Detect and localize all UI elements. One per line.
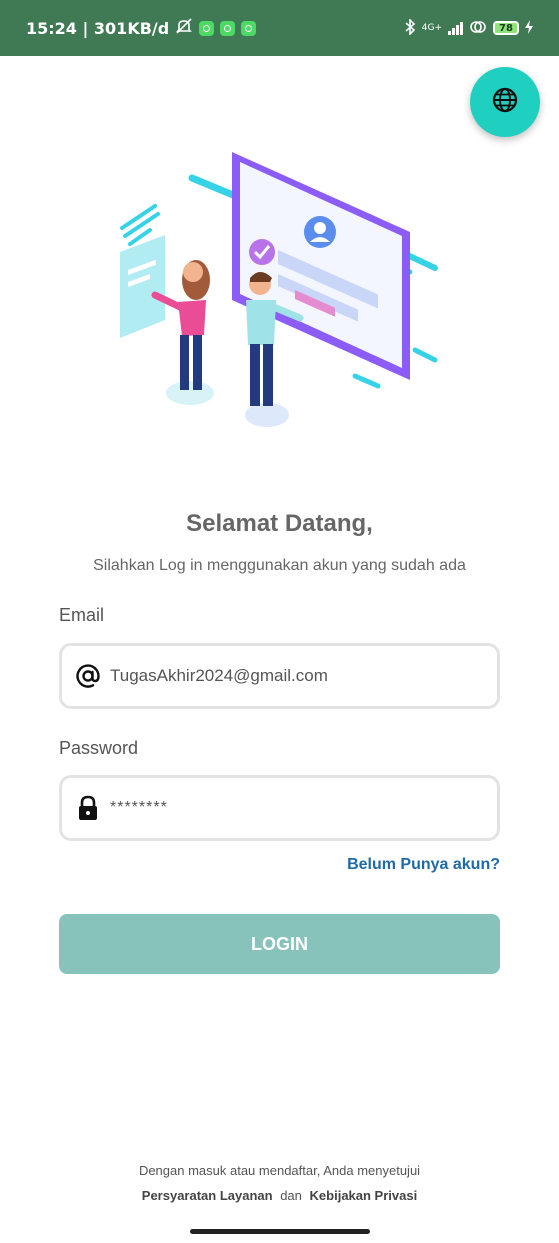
terms-notice: Dengan masuk atau mendaftar, Anda menyet… bbox=[138, 1163, 421, 1178]
mute-icon bbox=[175, 18, 193, 38]
globe-icon bbox=[492, 87, 518, 118]
status-right: 4G+ 78 bbox=[404, 17, 533, 38]
hotspot-icon bbox=[469, 20, 487, 37]
privacy-policy-link[interactable]: Kebijakan Privasi bbox=[310, 1188, 418, 1203]
signal-icon bbox=[448, 21, 463, 35]
language-button[interactable] bbox=[470, 67, 540, 137]
battery-icon: 78 bbox=[493, 21, 519, 35]
status-time-speed: 15:24 | 301KB/d bbox=[26, 18, 170, 38]
status-left: 15:24 | 301KB/d bbox=[26, 18, 257, 38]
lock-icon bbox=[74, 794, 102, 822]
welcome-title: Selamat Datang, bbox=[186, 510, 373, 537]
at-sign-icon bbox=[74, 662, 102, 690]
login-illustration bbox=[110, 140, 450, 440]
login-button[interactable]: LOGIN bbox=[59, 914, 500, 974]
home-indicator[interactable] bbox=[190, 1229, 370, 1234]
welcome-subtitle: Silahkan Log in menggunakan akun yang su… bbox=[93, 557, 466, 574]
network-type: 4G+ bbox=[421, 23, 442, 33]
email-label: Email bbox=[59, 605, 105, 625]
charging-icon bbox=[525, 19, 533, 37]
password-label: Password bbox=[59, 738, 139, 758]
terms-of-service-link[interactable]: Persyaratan Layanan bbox=[142, 1188, 273, 1203]
terms-links: Persyaratan Layanan dan Kebijakan Privas… bbox=[0, 1188, 559, 1203]
status-bar: 15:24 | 301KB/d 4G+ 78 bbox=[0, 0, 559, 56]
email-field[interactable] bbox=[59, 643, 500, 709]
bluetooth-icon bbox=[404, 17, 416, 38]
whatsapp-icon bbox=[199, 20, 215, 36]
password-input[interactable] bbox=[110, 799, 470, 817]
register-link[interactable]: Belum Punya akun? bbox=[347, 856, 500, 874]
email-input[interactable] bbox=[110, 666, 470, 686]
password-field[interactable] bbox=[59, 775, 500, 841]
and-text: dan bbox=[280, 1188, 302, 1203]
app-notification-icon bbox=[241, 20, 257, 36]
app-notification-icon bbox=[220, 20, 236, 36]
